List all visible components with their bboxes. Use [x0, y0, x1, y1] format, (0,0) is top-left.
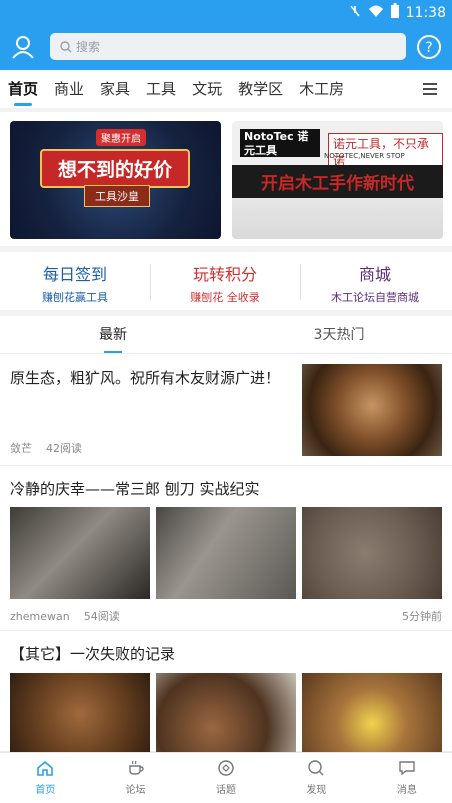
search-icon — [60, 40, 72, 52]
banner-subtitle: 工具沙皇 — [84, 185, 150, 207]
search-placeholder: 搜索 — [76, 40, 101, 54]
quick-link-title: 商城 — [358, 265, 391, 284]
quick-link-checkin[interactable]: 每日签到 赚刨花赢工具 — [0, 252, 150, 310]
quick-link-points[interactable]: 玩转积分 赚刨花 全收录 — [150, 252, 300, 310]
nav-forum[interactable]: 论坛 — [90, 753, 180, 803]
message-icon — [399, 761, 415, 776]
post-title: 【其它】一次失败的记录 — [10, 645, 176, 663]
nav-home[interactable]: 首页 — [0, 753, 90, 803]
post-meta: zhemewan 54阅读 — [10, 608, 120, 624]
nav-messages[interactable]: 消息 — [362, 753, 452, 803]
mute-icon — [348, 4, 362, 22]
quick-links: 每日签到 赚刨花赢工具 玩转积分 赚刨花 全收录 商城 木工论坛自营商城 — [0, 252, 452, 310]
topic-icon — [218, 760, 234, 776]
status-icons: 11:38 — [348, 3, 446, 23]
post-image — [10, 673, 150, 752]
tab-collectibles[interactable]: 文玩 — [184, 70, 230, 108]
post-thumbnail — [302, 364, 442, 456]
post-author: zhemewan — [10, 610, 70, 623]
feed-tab-latest[interactable]: 最新 — [0, 316, 226, 353]
quick-link-title: 玩转积分 — [192, 265, 257, 284]
post-images — [10, 673, 442, 752]
nav-label: 消息 — [396, 785, 417, 796]
post-author: 敛芒 — [10, 442, 32, 455]
help-icon[interactable]: ? — [416, 34, 442, 60]
tab-home[interactable]: 首页 — [0, 70, 46, 108]
nav-label: 首页 — [35, 785, 56, 796]
post-image — [156, 507, 296, 599]
search-icon — [308, 760, 324, 776]
post-time: 5分钟前 — [402, 610, 442, 623]
menu-icon[interactable] — [422, 81, 438, 95]
banner-title: 想不到的好价 — [40, 149, 190, 188]
home-icon — [37, 760, 54, 776]
post-images — [10, 507, 442, 599]
user-icon[interactable] — [10, 34, 36, 60]
category-tabs: 首页 商业 家具 工具 文玩 教学区 木工房 — [0, 70, 452, 108]
tab-workshop[interactable]: 木工房 — [291, 70, 352, 108]
post-reads: 42阅读 — [46, 442, 82, 455]
status-bar: 11:38 — [0, 0, 452, 24]
post-title: 冷静的庆幸——常三郎 刨刀 实战纪实 — [10, 480, 260, 498]
wifi-icon — [368, 4, 384, 22]
battery-icon — [390, 3, 400, 23]
post-image — [156, 673, 296, 752]
svg-text:?: ? — [425, 40, 432, 56]
post-reads: 54阅读 — [83, 610, 120, 623]
nav-label: 话题 — [216, 785, 237, 796]
search-input[interactable]: 搜索 — [50, 33, 406, 60]
promo-banner-right[interactable]: NotoTec 诺元工具 诺元工具，不只承诺 NOTOTEC,NEVER STO… — [232, 121, 443, 239]
brand-logo: NotoTec 诺元工具 — [240, 129, 320, 157]
quick-link-sub: 赚刨花 全收录 — [190, 291, 260, 304]
post-item[interactable]: 原生态，粗犷风。祝所有木友财源广进！ 敛芒 42阅读 — [0, 354, 452, 466]
tab-business[interactable]: 商业 — [46, 70, 92, 108]
status-time: 11:38 — [405, 5, 446, 21]
quick-link-sub: 木工论坛自营商城 — [331, 291, 419, 304]
tab-tools[interactable]: 工具 — [138, 70, 184, 108]
quick-link-sub: 赚刨花赢工具 — [42, 291, 108, 304]
promo-banner-left[interactable]: 聚惠开启 想不到的好价 工具沙皇 — [10, 121, 221, 239]
post-item[interactable]: 【其它】一次失败的记录 — [0, 631, 452, 752]
nav-label: 论坛 — [125, 785, 146, 796]
banner-tag: 聚惠开启 — [96, 129, 146, 146]
banner-title: 开启木工手作新时代 — [232, 165, 443, 198]
tab-furniture[interactable]: 家具 — [92, 70, 138, 108]
tab-teaching[interactable]: 教学区 — [230, 70, 291, 108]
bottom-nav: 首页 论坛 话题 发现 消息 — [0, 752, 452, 803]
nav-discover[interactable]: 发现 — [271, 753, 361, 803]
post-title: 原生态，粗犷风。祝所有木友财源广进！ — [10, 369, 281, 387]
post-item[interactable]: 冷静的庆幸——常三郎 刨刀 实战纪实 zhemewan 54阅读 5分钟前 — [0, 466, 452, 631]
quick-link-mall[interactable]: 商城 木工论坛自营商城 — [300, 252, 450, 310]
post-meta: 敛芒 42阅读 — [10, 440, 82, 456]
post-image — [302, 507, 442, 599]
coffee-cup-icon — [128, 760, 144, 775]
post-image — [302, 673, 442, 752]
nav-topics[interactable]: 话题 — [181, 753, 271, 803]
post-image — [10, 507, 150, 599]
banner-sub: NOTOTEC,NEVER STOP — [324, 152, 405, 160]
nav-label: 发现 — [306, 785, 327, 796]
banner-section: 聚惠开启 想不到的好价 工具沙皇 NotoTec 诺元工具 诺元工具，不只承诺 … — [0, 112, 452, 246]
header: 搜索 ? — [0, 24, 452, 70]
quick-link-title: 每日签到 — [42, 265, 107, 284]
feed-tabs: 最新 3天热门 — [0, 316, 452, 354]
feed-tab-hot[interactable]: 3天热门 — [226, 316, 452, 353]
feed: 最新 3天热门 原生态，粗犷风。祝所有木友财源广进！ 敛芒 42阅读 冷静的庆幸… — [0, 316, 452, 752]
